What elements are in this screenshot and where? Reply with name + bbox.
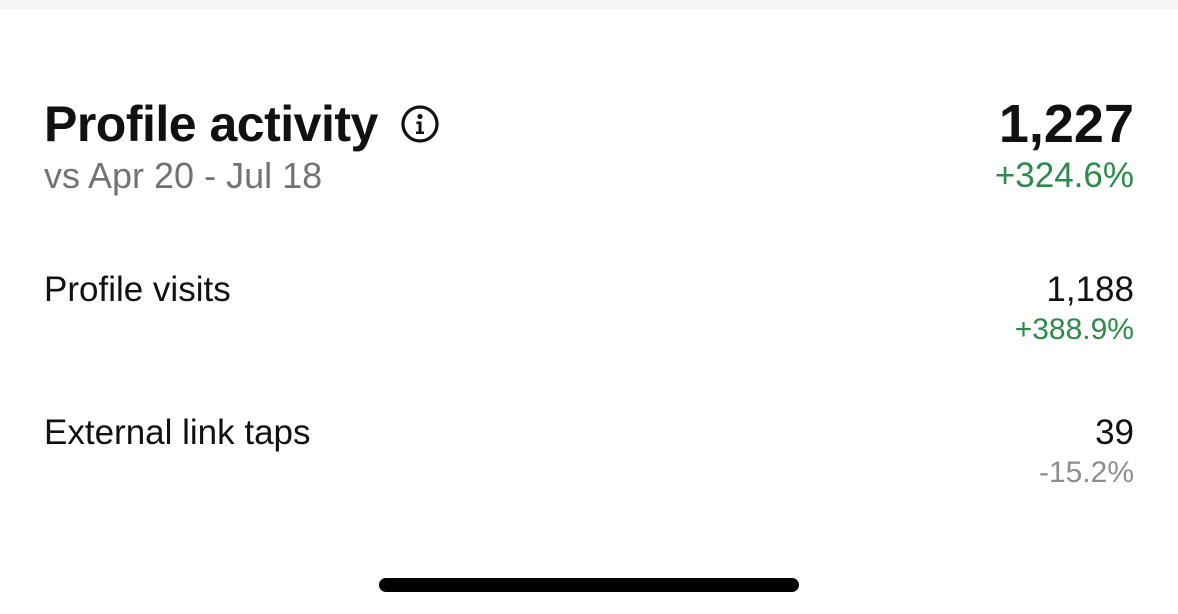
metric-label: Profile visits: [44, 270, 231, 309]
metric-value: 39: [1095, 413, 1134, 452]
title-wrap: Profile activity: [44, 96, 440, 152]
metric-row-external-link-taps: External link taps 39 -15.2%: [44, 413, 1134, 503]
metric-value: 1,188: [1046, 270, 1134, 309]
total-activity-value: 1,227: [998, 94, 1134, 154]
metric-row-profile-visits: Profile visits 1,188 +388.9%: [44, 270, 1134, 360]
total-activity-change: +324.6%: [994, 156, 1134, 195]
profile-activity-header: Profile activity vs Apr 20 - Jul 18 1,22…: [44, 96, 1134, 206]
metric-change: +388.9%: [1014, 313, 1134, 346]
home-indicator-bar[interactable]: [379, 578, 799, 592]
section-title: Profile activity: [44, 96, 378, 152]
metric-label: External link taps: [44, 413, 311, 452]
info-icon[interactable]: [400, 104, 440, 144]
top-divider-strip: [0, 0, 1178, 9]
comparison-period: vs Apr 20 - Jul 18: [44, 155, 323, 196]
metric-change: -15.2%: [1038, 456, 1134, 489]
